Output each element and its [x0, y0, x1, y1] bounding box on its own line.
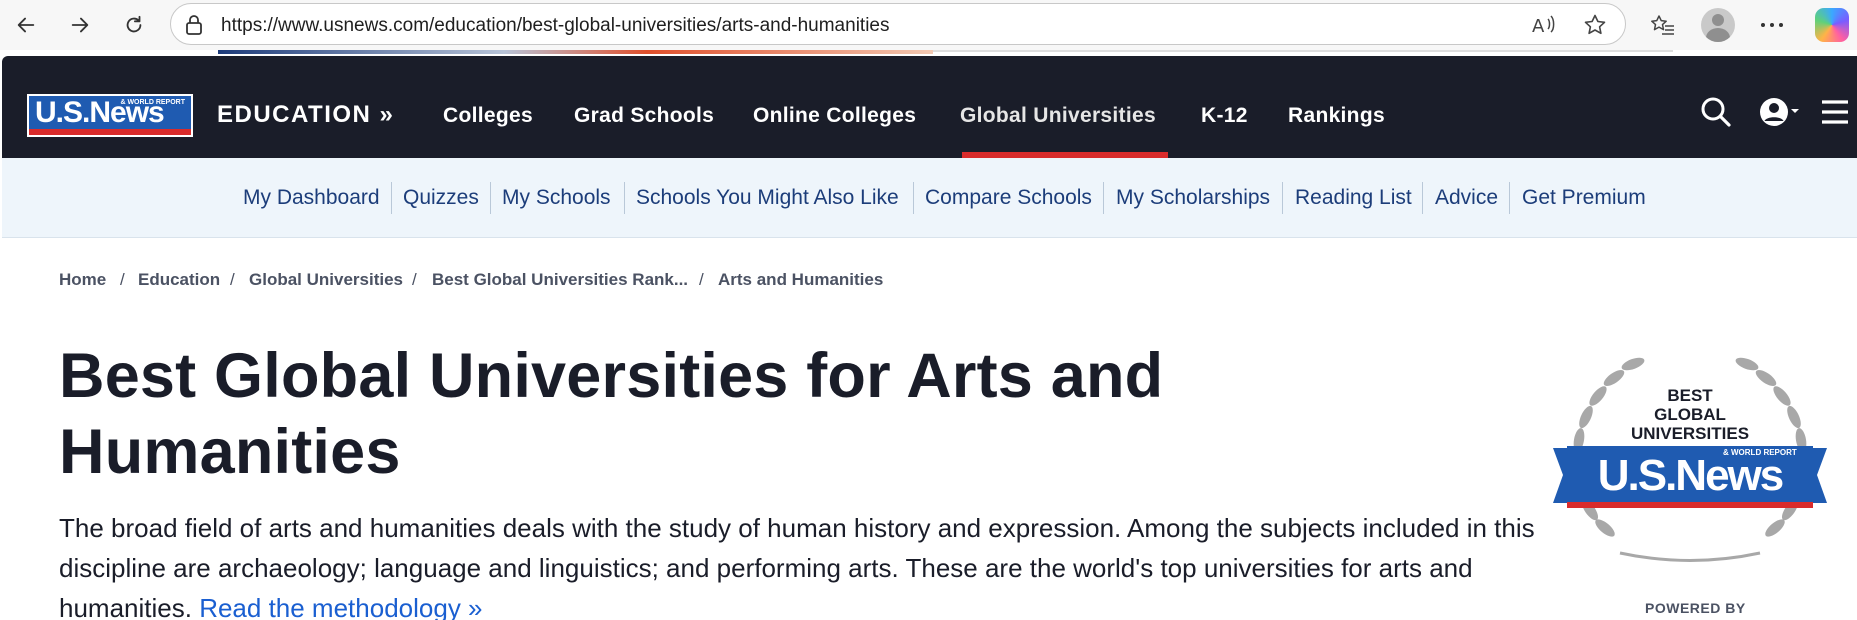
page-title-line1: Best Global Universities for Arts and — [59, 341, 1164, 411]
breadcrumb-separator: / — [412, 270, 417, 289]
copilot-icon[interactable] — [1814, 7, 1850, 43]
subnav-quizzes[interactable]: Quizzes — [403, 186, 479, 210]
breadcrumb-education[interactable]: Education — [138, 270, 220, 290]
subnav-divider — [1422, 182, 1423, 214]
badge-line-global: GLOBAL — [1654, 405, 1726, 424]
back-icon[interactable] — [8, 7, 44, 43]
page-title: Best Global Universities for Arts and Hu… — [59, 338, 1379, 490]
refresh-icon[interactable] — [116, 7, 152, 43]
url-text[interactable]: https://www.usnews.com/education/best-gl… — [221, 15, 889, 37]
forward-icon[interactable] — [62, 7, 98, 43]
breadcrumb-separator: / — [120, 270, 125, 289]
profile-avatar[interactable] — [1700, 7, 1736, 43]
read-aloud-icon[interactable]: A — [1531, 13, 1557, 42]
subnav-advice[interactable]: Advice — [1435, 186, 1498, 210]
breadcrumb-separator: / — [230, 270, 235, 289]
subnav-divider — [1103, 182, 1104, 214]
menu-icon[interactable] — [1820, 96, 1850, 133]
subnav-divider — [913, 182, 914, 214]
education-section-link[interactable]: EDUCATION » — [217, 101, 394, 129]
logo-subtext: & WORLD REPORT — [120, 99, 185, 106]
subnav-my-scholarships[interactable]: My Scholarships — [1116, 186, 1270, 210]
best-global-universities-badge: BEST GLOBAL UNIVERSITIES U.S.News & WORL… — [1545, 338, 1835, 578]
badge-line-universities: UNIVERSITIES — [1630, 424, 1750, 443]
nav-grad-schools[interactable]: Grad Schools — [574, 104, 714, 128]
search-icon[interactable] — [1700, 96, 1732, 133]
breadcrumb-separator: / — [699, 270, 704, 289]
page-description: The broad field of arts and humanities d… — [59, 508, 1539, 620]
breadcrumb-best-global-universities-rankings[interactable]: Best Global Universities Rank... — [432, 270, 688, 290]
page-title-line2: Humanities — [59, 417, 401, 487]
subnav-my-schools[interactable]: My Schools — [502, 186, 611, 210]
read-methodology-link[interactable]: Read the methodology » — [199, 593, 482, 620]
svg-text:A: A — [1532, 16, 1545, 37]
usnews-logo[interactable]: U.S.News & WORLD REPORT — [27, 94, 193, 137]
secondary-navigation: My Dashboard Quizzes My Schools Schools … — [2, 158, 1857, 238]
subnav-schools-you-might-also-like[interactable]: Schools You Might Also Like — [636, 186, 899, 210]
subnav-divider — [391, 182, 392, 214]
browser-toolbar: https://www.usnews.com/education/best-gl… — [0, 0, 1857, 50]
subnav-divider — [1509, 182, 1510, 214]
nav-online-colleges[interactable]: Online Colleges — [753, 104, 916, 128]
account-icon[interactable] — [1758, 96, 1802, 133]
breadcrumb-global-universities[interactable]: Global Universities — [249, 270, 403, 290]
nav-k12[interactable]: K-12 — [1201, 104, 1248, 128]
nav-rankings[interactable]: Rankings — [1288, 104, 1385, 128]
ad-banner-image[interactable] — [218, 50, 933, 54]
subnav-compare-schools[interactable]: Compare Schools — [925, 186, 1092, 210]
address-bar[interactable]: https://www.usnews.com/education/best-gl… — [170, 3, 1626, 45]
lock-icon[interactable] — [185, 15, 203, 40]
breadcrumb-current: Arts and Humanities — [718, 270, 884, 289]
favorites-list-icon[interactable] — [1645, 7, 1681, 43]
nav-global-universities[interactable]: Global Universities — [960, 104, 1156, 128]
more-icon[interactable] — [1754, 7, 1790, 43]
powered-by-label: POWERED BY — [1645, 600, 1746, 616]
logo-stripe — [29, 129, 191, 135]
main-navigation: U.S.News & WORLD REPORT EDUCATION » Coll… — [2, 56, 1857, 158]
nav-colleges[interactable]: Colleges — [443, 104, 533, 128]
breadcrumb-home[interactable]: Home — [59, 270, 106, 290]
subnav-get-premium[interactable]: Get Premium — [1522, 186, 1646, 210]
subnav-divider — [490, 182, 491, 214]
badge-brand-sub: & WORLD REPORT — [1723, 448, 1797, 457]
subnav-divider — [624, 182, 625, 214]
badge-line-best: BEST — [1667, 386, 1713, 405]
subnav-divider — [1282, 182, 1283, 214]
favorite-star-icon[interactable] — [1583, 13, 1607, 42]
subnav-my-dashboard[interactable]: My Dashboard — [243, 186, 380, 210]
badge-brand: U.S.News — [1597, 451, 1785, 500]
badge-title: BEST GLOBAL UNIVERSITIES — [1545, 386, 1835, 443]
subnav-reading-list[interactable]: Reading List — [1295, 186, 1412, 210]
